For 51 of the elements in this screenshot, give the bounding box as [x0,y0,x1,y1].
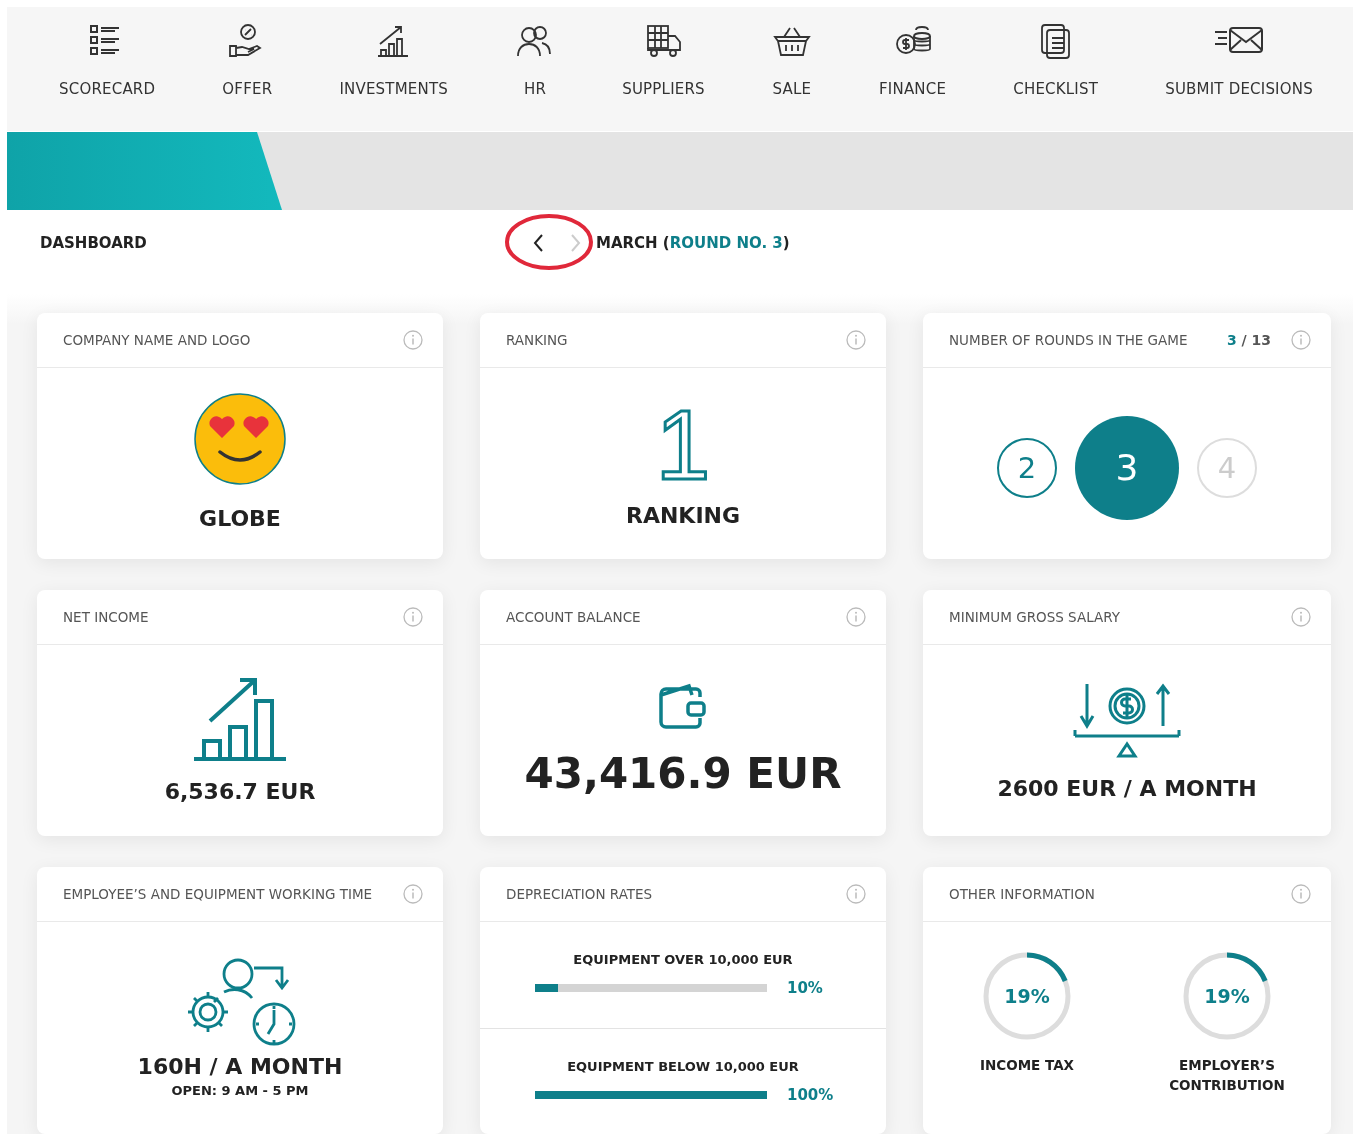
nav-tab[interactable]: SALE [771,7,812,131]
info-icon[interactable] [1291,607,1311,627]
info-label: EMPLOYER’S CONTRIBUTION [1168,1056,1286,1095]
info-icon[interactable] [846,330,866,350]
nav-tab[interactable]: SUPPLIERS [622,7,705,131]
page-title: DASHBOARD [40,234,148,252]
info-label: INCOME TAX [979,1056,1075,1075]
wallet-icon [658,683,708,731]
card-title: OTHER INFORMATION [949,885,1096,904]
rate-label: EQUIPMENT BELOW 10,000 EUR [567,1058,799,1074]
round-circle[interactable]: 3 [1075,415,1179,520]
nav-tab[interactable]: SCORECARD [59,7,156,131]
heart-eyes-emoji-icon [193,392,287,486]
nav-tab[interactable]: FINANCE [879,7,947,131]
card-value: 6,536.7 EUR [164,779,316,804]
card-title: MINIMUM GROSS SALARY [949,608,1121,627]
info-icon[interactable] [403,607,423,627]
card-title: DEPRECIATION RATES [506,885,654,904]
card-title: COMPANY NAME AND LOGO [63,331,252,350]
nav-tab[interactable]: SUBMIT DECISIONS [1165,7,1313,131]
nav-tab[interactable]: OFFER [222,7,273,131]
card-title: NET INCOME [63,608,150,627]
info-icon[interactable] [1291,330,1311,350]
card-value: 160H / A MONTH [137,1054,343,1079]
nav-tab[interactable]: HR [515,7,556,131]
opening-hours: OPEN: 9 AM - 5 PM [171,1083,309,1098]
rank-number: 1 [655,403,711,487]
percent-value: 19% [1204,985,1250,1007]
info-icon[interactable] [403,884,423,904]
percent-value: 19% [1004,985,1050,1007]
card-value: 2600 EUR / A MONTH [997,776,1257,801]
round-circle[interactable]: 2 [997,437,1057,498]
card-title: EMPLOYEE’S AND EQUIPMENT WORKING TIME [63,885,374,904]
rate-value: 100% [787,1085,831,1104]
card-title: NUMBER OF ROUNDS IN THE GAME [949,331,1189,350]
period-label: MARCH (ROUND NO. 3) [596,234,790,252]
nav-tab[interactable]: INVESTMENTS [339,7,448,131]
card-value: GLOBE [199,506,281,531]
info-icon[interactable] [846,607,866,627]
info-icon[interactable] [1291,884,1311,904]
info-icon[interactable] [846,884,866,904]
card-value: RANKING [625,503,741,528]
card-title: RANKING [506,331,569,350]
card-title: ACCOUNT BALANCE [506,608,642,627]
info-icon[interactable] [403,330,423,350]
rate-label: EQUIPMENT OVER 10,000 EUR [573,952,793,968]
growth-chart-icon [194,677,286,763]
rate-value: 10% [787,979,824,998]
nav-tab[interactable]: CHECKLIST [1013,7,1099,131]
round-counter: 3 / 13 [1226,332,1271,348]
card-value: 43,416.9 EUR [524,749,842,798]
